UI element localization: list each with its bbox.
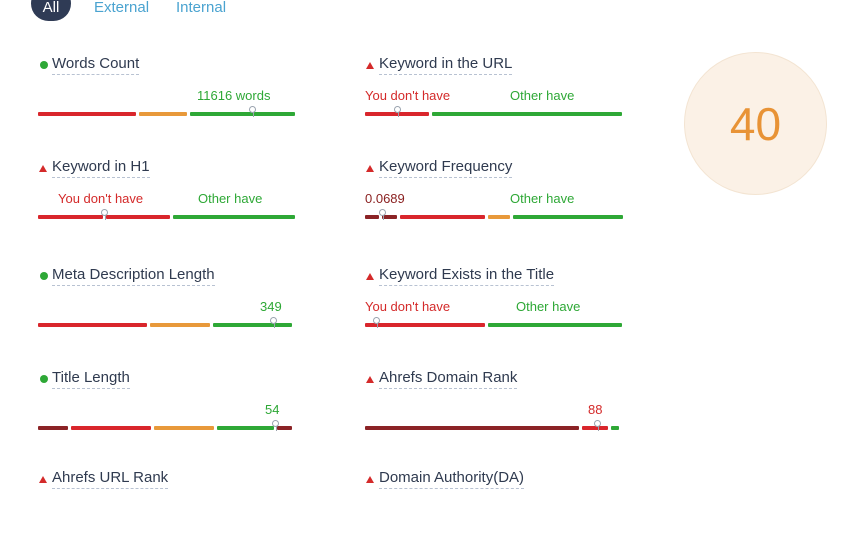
bar-segment-good <box>190 112 295 116</box>
metric-title[interactable]: Keyword Frequency <box>379 158 513 178</box>
metric-ahrefs-domain-rank: Ahrefs Domain Rank 88 <box>365 369 625 449</box>
bar-segment-very-bad <box>365 215 379 219</box>
metric-keyword-frequency: Keyword Frequency 0.0689 Other have <box>365 158 625 238</box>
filter-tabs: All External Internal <box>0 0 400 30</box>
metric-words-count: Words Count 11616 words <box>38 55 298 135</box>
position-marker-icon <box>394 106 401 117</box>
red-triangle-icon <box>39 165 47 172</box>
metric-bar <box>38 426 292 430</box>
bar-segment-good <box>513 215 623 219</box>
metric-value: 54 <box>265 402 280 417</box>
green-dot-icon <box>40 272 48 280</box>
score-value: 40 <box>729 97 782 150</box>
metric-title[interactable]: Ahrefs URL Rank <box>52 469 169 489</box>
metric-bar <box>38 323 292 327</box>
you-label: You don't have <box>58 191 144 206</box>
bar-segment-good <box>488 323 622 327</box>
bar-segment-very-bad <box>382 215 397 219</box>
position-marker-icon <box>594 420 601 431</box>
metric-bar <box>365 215 623 219</box>
metric-keyword-in-h1: Keyword in H1 You don't have Other have <box>38 158 298 238</box>
bar-segment-good <box>213 323 292 327</box>
bar-segment-good <box>432 112 622 116</box>
metric-value: 88 <box>588 402 603 417</box>
position-marker-icon <box>270 317 277 328</box>
metric-title-length: Title Length 54 <box>38 369 298 449</box>
position-marker-icon <box>373 317 380 328</box>
red-triangle-icon <box>366 273 374 280</box>
metric-bar <box>38 215 295 219</box>
tab-external[interactable]: External <box>94 0 149 16</box>
red-triangle-icon <box>366 476 374 483</box>
green-dot-icon <box>40 61 48 69</box>
bar-segment-very-bad <box>277 426 292 430</box>
metric-keyword-in-url: Keyword in the URL You don't have Other … <box>365 55 625 135</box>
bar-segment-bad <box>106 215 170 219</box>
metric-bar <box>38 112 295 116</box>
other-label: Other have <box>198 191 263 206</box>
bar-segment-very-bad <box>38 426 68 430</box>
bar-segment-good <box>611 426 619 430</box>
other-label: Other have <box>516 299 581 314</box>
other-label: Other have <box>510 191 575 206</box>
metric-title[interactable]: Words Count <box>52 55 140 75</box>
metric-title[interactable]: Meta Description Length <box>52 266 215 286</box>
metric-bar <box>365 323 622 327</box>
metric-bar <box>365 426 619 430</box>
metric-value: 11616 words <box>197 88 271 103</box>
tab-internal[interactable]: Internal <box>176 0 226 16</box>
green-dot-icon <box>40 375 48 383</box>
position-marker-icon <box>272 420 279 431</box>
you-label: You don't have <box>365 88 451 103</box>
metric-title[interactable]: Keyword in the URL <box>379 55 513 75</box>
red-triangle-icon <box>39 476 47 483</box>
position-marker-icon <box>101 209 108 220</box>
bar-segment-average <box>154 426 214 430</box>
position-marker-icon <box>379 209 386 220</box>
metric-value: 0.0689 <box>365 191 405 206</box>
red-triangle-icon <box>366 165 374 172</box>
metric-ahrefs-url-rank: Ahrefs URL Rank <box>38 469 298 549</box>
bar-segment-good <box>217 426 274 430</box>
metric-keyword-exists-in-title: Keyword Exists in the Title You don't ha… <box>365 266 625 346</box>
metric-title[interactable]: Ahrefs Domain Rank <box>379 369 518 389</box>
you-label: You don't have <box>365 299 451 314</box>
bar-segment-average <box>488 215 510 219</box>
metric-domain-authority: Domain Authority(DA) <box>365 469 625 549</box>
bar-segment-very-bad <box>365 426 579 430</box>
tab-all[interactable]: All <box>31 0 71 21</box>
bar-segment-good <box>173 215 295 219</box>
red-triangle-icon <box>366 376 374 383</box>
bar-segment-bad <box>71 426 151 430</box>
metric-value: 349 <box>260 299 282 314</box>
bar-segment-average <box>150 323 210 327</box>
metric-meta-description-length: Meta Description Length 349 <box>38 266 298 346</box>
red-triangle-icon <box>366 62 374 69</box>
other-label: Other have <box>510 88 575 103</box>
bar-segment-bad <box>38 112 136 116</box>
bar-segment-average <box>139 112 187 116</box>
metric-title[interactable]: Keyword in H1 <box>52 158 150 178</box>
bar-segment-bad <box>400 215 485 219</box>
metric-title[interactable]: Domain Authority(DA) <box>379 469 525 489</box>
metric-bar <box>365 112 622 116</box>
metric-title[interactable]: Title Length <box>52 369 130 389</box>
metric-title[interactable]: Keyword Exists in the Title <box>379 266 555 286</box>
position-marker-icon <box>249 106 256 117</box>
bar-segment-bad <box>365 323 485 327</box>
bar-segment-bad <box>38 323 147 327</box>
bar-segment-bad <box>38 215 103 219</box>
score-badge: 40 <box>684 52 827 195</box>
